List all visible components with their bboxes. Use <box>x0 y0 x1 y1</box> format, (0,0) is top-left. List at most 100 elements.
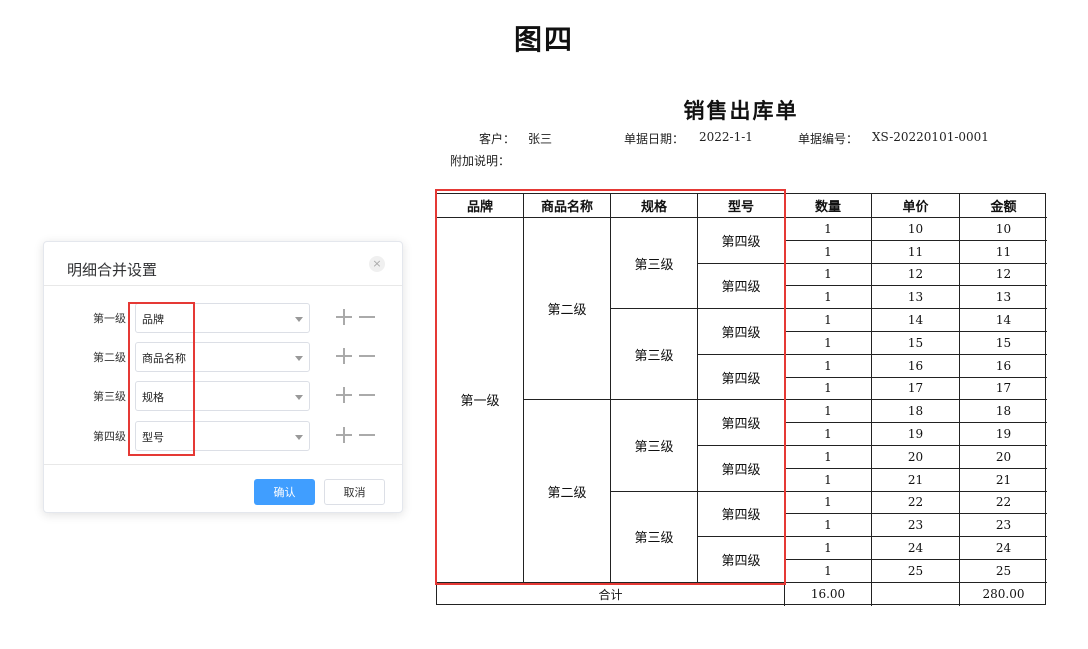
table-cell-amount: 13 <box>960 286 1047 310</box>
table-cell-price: 20 <box>872 445 960 469</box>
total-amount: 280.00 <box>982 587 1025 602</box>
minus-icon[interactable] <box>359 309 375 325</box>
select-value: 品牌 <box>142 313 164 326</box>
table-cell-qty: 1 <box>785 263 872 287</box>
cancel-button[interactable]: 取消 <box>324 479 385 505</box>
number-label: 单据编号： <box>798 132 859 146</box>
table-cell-amount: 20 <box>960 446 1047 469</box>
table-cell-amount: 14 <box>960 309 1047 332</box>
merged-level-1: 第一级 <box>437 218 524 583</box>
table-cell-amount: 18 <box>960 400 1047 424</box>
plus-icon[interactable] <box>336 348 352 364</box>
merged-level-4: 第四级 <box>698 218 785 264</box>
table-cell-qty: 1 <box>785 559 872 583</box>
table-cell-qty: 1 <box>785 445 872 469</box>
level-row-1: 第一级 品牌 <box>44 303 402 333</box>
merged-level-4: 第四级 <box>698 354 785 401</box>
column-header: 金额 <box>960 194 1047 218</box>
table-cell-amount: 10 <box>960 218 1047 241</box>
table-cell-price: 18 <box>872 400 960 424</box>
level-row-2: 第二级 商品名称 <box>44 342 402 372</box>
table-cell-price: 15 <box>872 331 960 355</box>
level-2-select[interactable]: 商品名称 <box>135 342 310 372</box>
table-cell-qty: 1 <box>785 537 872 560</box>
table-cell-price: 19 <box>872 423 960 446</box>
table-cell-amount: 22 <box>960 492 1047 515</box>
table-cell-qty: 1 <box>785 377 872 401</box>
table-cell-qty: 1 <box>785 309 872 332</box>
table-cell-price: 13 <box>872 286 960 310</box>
level-row-3: 第三级 规格 <box>44 381 402 411</box>
dialog-divider <box>44 285 402 286</box>
figure-title: 图四 <box>513 23 574 56</box>
table-cell-amount: 21 <box>960 469 1047 492</box>
table-cell-price: 12 <box>872 263 960 287</box>
plus-icon[interactable] <box>336 309 352 325</box>
level-4-select[interactable]: 型号 <box>135 421 310 451</box>
column-header: 规格 <box>611 194 698 218</box>
table-cell-qty: 1 <box>785 218 872 241</box>
table-cell-amount: 24 <box>960 537 1047 560</box>
merged-level-4: 第四级 <box>698 263 785 310</box>
chevron-down-icon <box>295 317 303 322</box>
table-cell-amount: 23 <box>960 514 1047 538</box>
merged-level-3: 第三级 <box>611 309 698 401</box>
table-cell-amount: 16 <box>960 355 1047 378</box>
table-cell-amount: 15 <box>960 332 1047 355</box>
table-cell-price: 17 <box>872 377 960 401</box>
minus-icon[interactable] <box>359 387 375 403</box>
plus-icon[interactable] <box>336 427 352 443</box>
merge-settings-dialog: 明细合并设置 × 第一级 品牌 第二级 商品名称 第三级 规格 第四级 型号 确… <box>43 241 403 513</box>
column-header: 型号 <box>698 194 785 218</box>
table-cell-qty: 1 <box>785 514 872 538</box>
level-label: 第四级 <box>93 430 126 443</box>
minus-icon[interactable] <box>359 427 375 443</box>
column-header: 品牌 <box>437 194 524 218</box>
total-price <box>872 582 960 606</box>
column-header: 单价 <box>872 194 960 218</box>
table-cell-price: 10 <box>872 218 960 241</box>
date-label: 单据日期： <box>624 132 685 146</box>
customer-value: 张三 <box>528 132 553 146</box>
merged-level-3: 第三级 <box>611 218 698 310</box>
column-header: 商品名称 <box>524 194 611 218</box>
table-cell-amount: 19 <box>960 423 1047 446</box>
level-label: 第一级 <box>93 312 126 325</box>
merged-level-3: 第三级 <box>611 491 698 583</box>
table-cell-qty: 1 <box>785 286 872 310</box>
select-value: 规格 <box>142 391 164 404</box>
table-cell-qty: 1 <box>785 423 872 446</box>
chevron-down-icon <box>295 435 303 440</box>
table-cell-amount: 12 <box>960 264 1047 287</box>
table-cell-qty: 1 <box>785 468 872 492</box>
table-cell-qty: 1 <box>785 400 872 424</box>
sales-table: 品牌 商品名称 规格 型号 数量 单价 金额 第一级 第二级 第二级 第三级 第… <box>436 193 1047 606</box>
table-cell-qty: 1 <box>785 354 872 378</box>
table-cell-price: 11 <box>872 240 960 264</box>
close-icon[interactable]: × <box>369 256 385 272</box>
confirm-button[interactable]: 确认 <box>254 479 315 505</box>
merged-level-4: 第四级 <box>698 400 785 446</box>
merged-level-4: 第四级 <box>698 491 785 538</box>
column-header: 数量 <box>785 194 872 218</box>
level-label: 第二级 <box>93 351 126 364</box>
chevron-down-icon <box>295 395 303 400</box>
level-1-select[interactable]: 品牌 <box>135 303 310 333</box>
merged-level-2: 第二级 <box>524 218 611 401</box>
customer-label: 客户： <box>479 132 516 146</box>
select-value: 商品名称 <box>142 352 186 365</box>
plus-icon[interactable] <box>336 387 352 403</box>
table-cell-price: 14 <box>872 309 960 332</box>
table-cell-amount: 17 <box>960 378 1047 401</box>
total-qty: 16.00 <box>785 582 872 606</box>
chevron-down-icon <box>295 356 303 361</box>
table-cell-price: 22 <box>872 491 960 515</box>
minus-icon[interactable] <box>359 348 375 364</box>
date-value: 2022-1-1 <box>699 130 753 144</box>
table-cell-qty: 1 <box>785 240 872 264</box>
table-cell-price: 25 <box>872 559 960 583</box>
level-3-select[interactable]: 规格 <box>135 381 310 411</box>
merged-level-4: 第四级 <box>698 309 785 355</box>
document-title: 销售出库单 <box>683 98 799 123</box>
table-cell-qty: 1 <box>785 331 872 355</box>
